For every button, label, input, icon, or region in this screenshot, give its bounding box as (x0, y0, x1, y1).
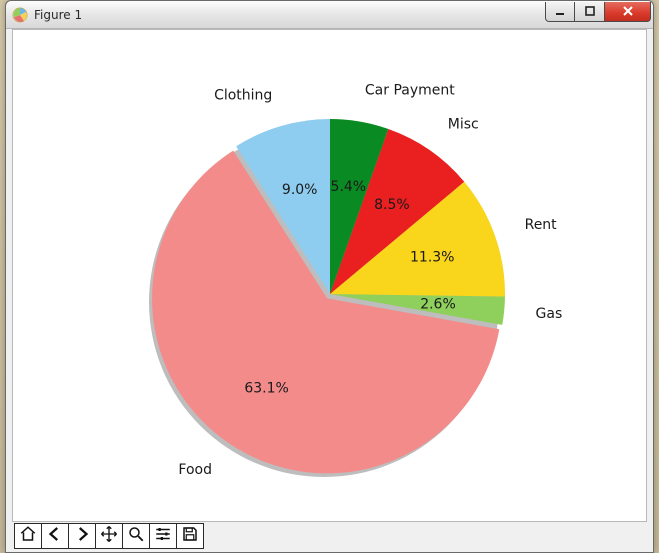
slice-percent-misc: 8.5% (374, 196, 410, 212)
forward-button[interactable] (68, 523, 96, 549)
maximize-button[interactable] (575, 2, 605, 22)
minimize-button[interactable] (545, 2, 575, 22)
pie-chart: 9.0% Clothing 63.1% Food 2.6% Gas 11.3% Rent 8.5… (12, 36, 647, 516)
close-button[interactable] (605, 2, 651, 22)
slice-percent-food: 63.1% (244, 380, 288, 396)
back-button[interactable] (41, 523, 69, 549)
app-icon (12, 7, 28, 23)
move-icon (100, 525, 118, 547)
slice-label-car-payment: Car Payment (364, 82, 454, 98)
figure-canvas: 9.0% Clothing 63.1% Food 2.6% Gas 11.3% Rent 8.5… (12, 29, 647, 522)
slice-label-rent: Rent (524, 216, 557, 232)
slice-label-gas: Gas (535, 305, 562, 321)
configure-button[interactable] (149, 523, 177, 549)
window-title: Figure 1 (34, 8, 82, 22)
title-bar[interactable]: Figure 1 (6, 1, 653, 29)
arrow-left-icon (46, 525, 64, 547)
home-icon (19, 525, 37, 547)
window-controls (545, 2, 651, 22)
slice-percent-clothing: 9.0% (281, 181, 317, 197)
slice-percent-gas: 2.6% (420, 296, 456, 312)
matplotlib-toolbar (6, 522, 653, 552)
slice-label-food: Food (178, 461, 212, 477)
home-button[interactable] (14, 523, 42, 549)
slice-percent-rent: 11.3% (410, 249, 454, 265)
zoom-icon (127, 525, 145, 547)
zoom-button[interactable] (122, 523, 150, 549)
slice-label-clothing: Clothing (214, 87, 272, 103)
slice-label-misc: Misc (447, 116, 478, 132)
pan-button[interactable] (95, 523, 123, 549)
sliders-icon (154, 525, 172, 547)
save-button[interactable] (176, 523, 204, 549)
arrow-right-icon (73, 525, 91, 547)
figure-window: Figure 1 9.0% Clothing 63.1% Food 2.6% Gas 11.… (5, 0, 654, 553)
slice-percent-car-payment: 5.4% (330, 179, 366, 195)
save-icon (181, 525, 199, 547)
